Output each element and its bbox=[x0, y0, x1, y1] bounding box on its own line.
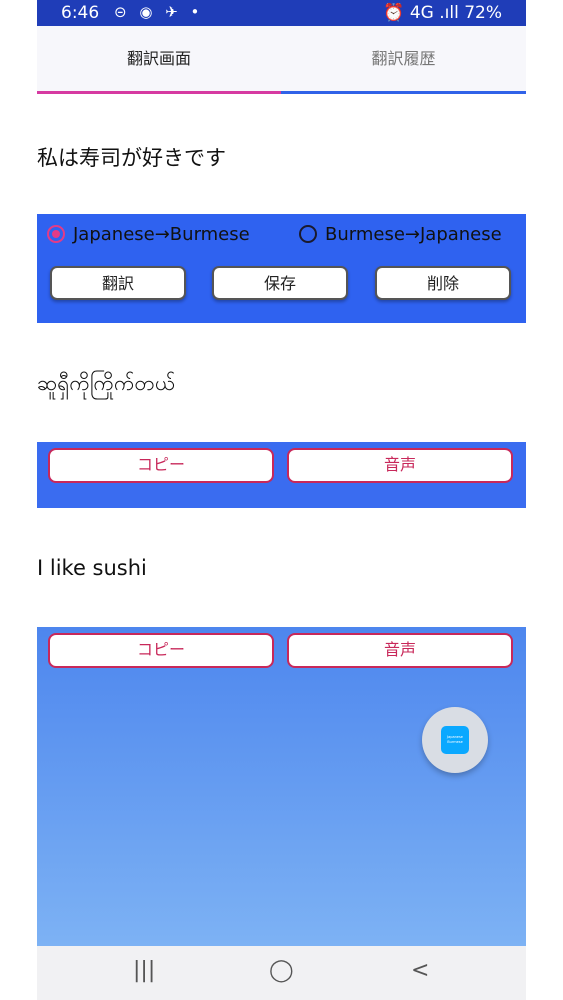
burmese-copy-button[interactable]: コピー bbox=[48, 448, 274, 483]
app-icon: Japanese Burmese bbox=[441, 726, 469, 754]
app-icon-label-2: Burmese bbox=[447, 740, 463, 744]
translate-controls-panel: Japanese→Burmese Burmese→Japanese 翻訳 保存 … bbox=[37, 214, 526, 323]
tab-bar: 翻訳画面 翻訳履歴 bbox=[37, 26, 526, 94]
system-navigation-bar: ||| ◯ < bbox=[37, 946, 526, 1000]
clock: 6:46 bbox=[61, 3, 100, 23]
save-button[interactable]: 保存 bbox=[212, 266, 348, 300]
tab-history[interactable]: 翻訳履歴 bbox=[281, 26, 526, 94]
burmese-output-text: ဆူရှီကိုကြိုက်တယ် bbox=[37, 371, 176, 395]
english-actions-panel: コピー 音声 Japanese Burmese bbox=[37, 627, 526, 946]
tab-translate[interactable]: 翻訳画面 bbox=[37, 26, 281, 94]
back-icon[interactable]: < bbox=[411, 958, 429, 983]
japanese-input-text[interactable]: 私は寿司が好きです bbox=[37, 142, 226, 172]
notification-icons: ⊝ ◉ ✈ • bbox=[114, 3, 204, 21]
english-copy-button[interactable]: コピー bbox=[48, 633, 274, 668]
home-icon[interactable]: ◯ bbox=[269, 958, 294, 983]
radio-japanese-to-burmese[interactable]: Japanese→Burmese bbox=[47, 222, 250, 246]
burmese-speak-button[interactable]: 音声 bbox=[287, 448, 513, 483]
battery-signal-indicator: ⏰ 4G .ıll 72% bbox=[383, 3, 502, 23]
floating-app-button[interactable]: Japanese Burmese bbox=[422, 707, 488, 773]
translate-button[interactable]: 翻訳 bbox=[50, 266, 186, 300]
recents-icon[interactable]: ||| bbox=[133, 958, 155, 983]
radio-unchecked-icon bbox=[299, 225, 317, 243]
burmese-actions-panel: コピー 音声 bbox=[37, 442, 526, 508]
radio-burmese-to-japanese[interactable]: Burmese→Japanese bbox=[299, 222, 502, 246]
english-speak-button[interactable]: 音声 bbox=[287, 633, 513, 668]
status-bar: 6:46 ⊝ ◉ ✈ • ⏰ 4G .ıll 72% bbox=[37, 0, 526, 26]
radio-label-burmese-to-japanese: Burmese→Japanese bbox=[325, 223, 502, 245]
english-output-text: I like sushi bbox=[37, 556, 147, 580]
radio-checked-icon bbox=[47, 225, 65, 243]
delete-button[interactable]: 削除 bbox=[375, 266, 511, 300]
radio-label-japanese-to-burmese: Japanese→Burmese bbox=[73, 223, 250, 245]
